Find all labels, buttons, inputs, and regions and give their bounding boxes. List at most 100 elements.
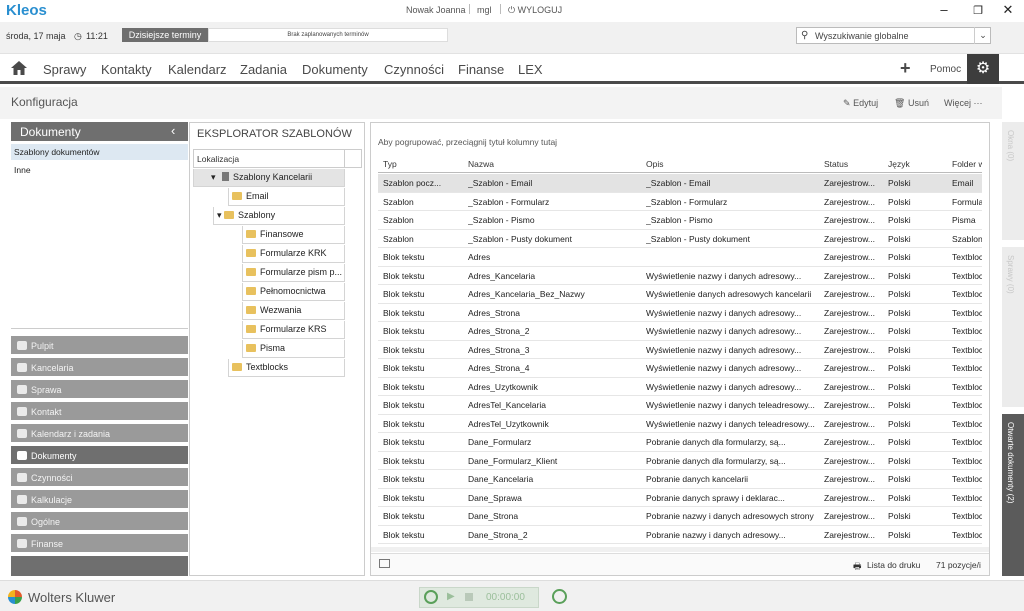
- nav-lex[interactable]: LEX: [518, 62, 543, 77]
- clock-icon[interactable]: [552, 589, 567, 604]
- table-row[interactable]: Blok tekstu Adres_Kancelaria_Bez_Nazwy Wyś…: [378, 285, 982, 304]
- list-item-szablony[interactable]: Szablony dokumentów: [11, 144, 188, 160]
- stopwatch-icon[interactable]: [424, 590, 438, 604]
- tree-node-formularze-krs[interactable]: Formularze KRS: [242, 321, 345, 339]
- today-terms-button[interactable]: Dzisiejsze terminy: [122, 28, 208, 42]
- table-cell: Textbloc: [952, 418, 982, 429]
- side-tab-okna[interactable]: Okna (0): [1002, 122, 1024, 240]
- group-hint: Aby pogrupować, przeciągnij tytuł kolumn…: [378, 137, 558, 147]
- side-tab-open-documents[interactable]: Otwarte dokumenty (2): [1002, 414, 1024, 576]
- module-kontakt[interactable]: Kontakt: [11, 402, 188, 422]
- settings-button[interactable]: ⚙: [967, 54, 999, 84]
- table-row[interactable]: Szablon pocz... _Szablon - Email _Szablon …: [378, 174, 982, 193]
- table-row[interactable]: Blok tekstu Adres_Strona_4 Wyświetlenie na…: [378, 359, 982, 378]
- horizontal-scrollbar[interactable]: [371, 547, 989, 552]
- tree-label: Wezwania: [260, 305, 302, 315]
- table-row[interactable]: Blok tekstu Adres Zarejestrow... Polski Text…: [378, 248, 982, 267]
- table-row[interactable]: Szablon _Szablon - Pismo _Szablon - Pismo Z…: [378, 211, 982, 230]
- table-row[interactable]: Blok tekstu Adres_Strona_3 Wyświetlenie na…: [378, 341, 982, 359]
- plus-icon[interactable]: +: [900, 58, 911, 79]
- tree-node-formularze-pism[interactable]: Formularze pism p...: [242, 264, 345, 282]
- table-row[interactable]: Blok tekstu AdresTel_Uzytkownik Wyświetlen…: [378, 415, 982, 433]
- table-row[interactable]: Blok tekstu Dane_Sprawa Pobranie danych sp…: [378, 489, 982, 507]
- list-item-inne[interactable]: Inne: [11, 162, 188, 178]
- table-cell: _Szablon - Email: [468, 178, 533, 188]
- side-tab-sprawy[interactable]: Sprawy (0): [1002, 247, 1024, 407]
- col-typ[interactable]: Typ: [383, 159, 397, 169]
- module-dokumenty[interactable]: Dokumenty: [11, 446, 188, 466]
- more-button[interactable]: Więcej ···: [944, 98, 983, 108]
- table-row[interactable]: Blok tekstu Adres_Uzytkownik Wyświetlenie …: [378, 378, 982, 396]
- module-finanse[interactable]: Finanse: [11, 534, 188, 554]
- print-list-link[interactable]: Lista do druku: [867, 560, 920, 570]
- camera-icon[interactable]: [379, 559, 390, 568]
- table-row[interactable]: Blok tekstu Dane_Kancelaria Pobranie danyc…: [378, 470, 982, 489]
- restore-button[interactable]: ❐: [968, 4, 988, 17]
- module-kancelaria[interactable]: Kancelaria: [11, 358, 188, 378]
- module-sprawa[interactable]: Sprawa: [11, 380, 188, 400]
- location-column-header[interactable]: Lokalizacja: [193, 149, 362, 168]
- table-row[interactable]: Blok tekstu Dane_Strona Pobranie nazwy i d…: [378, 507, 982, 526]
- chevron-left-icon[interactable]: ‹: [171, 123, 175, 138]
- close-button[interactable]: ✕: [998, 2, 1018, 18]
- table-cell: AdresTel_Kancelaria: [468, 400, 546, 410]
- nav-sprawy[interactable]: Sprawy: [43, 62, 86, 77]
- play-icon[interactable]: ▶: [447, 591, 455, 602]
- table-row[interactable]: Blok tekstu Dane_Formularz_Klient Pobranie…: [378, 452, 982, 470]
- table-row[interactable]: Blok tekstu Dane_Formularz Pobranie danych…: [378, 433, 982, 452]
- user-name[interactable]: Nowak Joanna: [406, 5, 466, 15]
- module-kalendarz[interactable]: Kalendarz i zadania: [11, 424, 188, 444]
- calculator-icon: [17, 495, 27, 504]
- table-cell: Wyświetlenie nazwy i danych adresowy...: [646, 307, 802, 318]
- module-kalkulacje[interactable]: Kalkulacje: [11, 490, 188, 510]
- table-row[interactable]: Blok tekstu Adres_Kancelaria Wyświetlenie …: [378, 267, 982, 285]
- table-cell: Polski: [888, 178, 911, 188]
- module-ogolne[interactable]: Ogólne: [11, 512, 188, 532]
- folder-icon: [246, 230, 256, 238]
- user-code[interactable]: mgl: [477, 5, 492, 15]
- tree-node-szablony[interactable]: ▾ Szablony: [213, 207, 345, 225]
- module-pulpit[interactable]: Pulpit: [11, 336, 188, 356]
- nav-kalendarz[interactable]: Kalendarz: [168, 62, 227, 77]
- col-status[interactable]: Status: [824, 159, 848, 169]
- table-row[interactable]: Blok tekstu Dane_Strona_2 Pobranie nazwy i…: [378, 526, 982, 544]
- col-jezyk[interactable]: Język: [888, 159, 910, 169]
- tree-node-root[interactable]: ▾ Szablony Kancelarii: [193, 169, 345, 187]
- tree-node-textblocks[interactable]: Textblocks: [228, 359, 345, 377]
- tree-node-pisma[interactable]: Pisma: [242, 340, 345, 358]
- home-icon[interactable]: [10, 60, 28, 76]
- minimize-button[interactable]: –: [934, 2, 954, 17]
- col-folder[interactable]: Folder w: [952, 159, 982, 169]
- nav-kontakty[interactable]: Kontakty: [101, 62, 152, 77]
- nav-finanse[interactable]: Finanse: [458, 62, 504, 77]
- nav-czynnosci[interactable]: Czynności: [384, 62, 444, 77]
- logout-button[interactable]: ⏻ WYLOGUJ: [508, 5, 562, 16]
- chevron-down-icon[interactable]: ⌄: [974, 27, 991, 44]
- table-row[interactable]: Blok tekstu Adres_Strona Wyświetlenie nazw…: [378, 304, 982, 322]
- table-cell: Blok tekstu: [383, 400, 425, 410]
- table-row[interactable]: Szablon _Szablon - Pusty dokument _Szablon…: [378, 230, 982, 248]
- col-opis[interactable]: Opis: [646, 159, 663, 169]
- nav-dokumenty[interactable]: Dokumenty: [302, 62, 368, 77]
- module-czynnosci[interactable]: Czynności: [11, 468, 188, 488]
- tree-node-pelnomocnictwa[interactable]: Pełnomocnictwa: [242, 283, 345, 301]
- table-row[interactable]: Blok tekstu Adres_Strona_2 Wyświetlenie na…: [378, 322, 982, 341]
- table-cell: Zarejestrow...: [824, 400, 876, 410]
- nav-zadania[interactable]: Zadania: [240, 62, 287, 77]
- stop-icon[interactable]: [465, 593, 473, 601]
- tree-node-formularze-krk[interactable]: Formularze KRK: [242, 245, 345, 263]
- splitter-handle[interactable]: [11, 328, 188, 332]
- tree-node-email[interactable]: Email: [228, 188, 345, 206]
- module-label: Kalendarz i zadania: [31, 429, 111, 439]
- edit-button[interactable]: ✎ Edytuj: [843, 98, 878, 109]
- table-row[interactable]: Szablon _Szablon - Formularz _Szablon - Fo…: [378, 193, 982, 211]
- delete-button[interactable]: 🗑 Usuń: [894, 98, 929, 109]
- tree-node-wezwania[interactable]: Wezwania: [242, 302, 345, 320]
- table-cell: Textbloc: [952, 326, 982, 336]
- global-search-input[interactable]: ⚲ Wyszukiwanie globalne ⌄: [796, 27, 991, 44]
- help-link[interactable]: Pomoc: [930, 64, 961, 75]
- col-nazwa[interactable]: Nazwa: [468, 159, 494, 169]
- table-row[interactable]: Blok tekstu AdresTel_Kancelaria Wyświetlen…: [378, 396, 982, 415]
- tree-node-finansowe[interactable]: Finansowe: [242, 226, 345, 244]
- table-cell: Polski: [888, 474, 911, 484]
